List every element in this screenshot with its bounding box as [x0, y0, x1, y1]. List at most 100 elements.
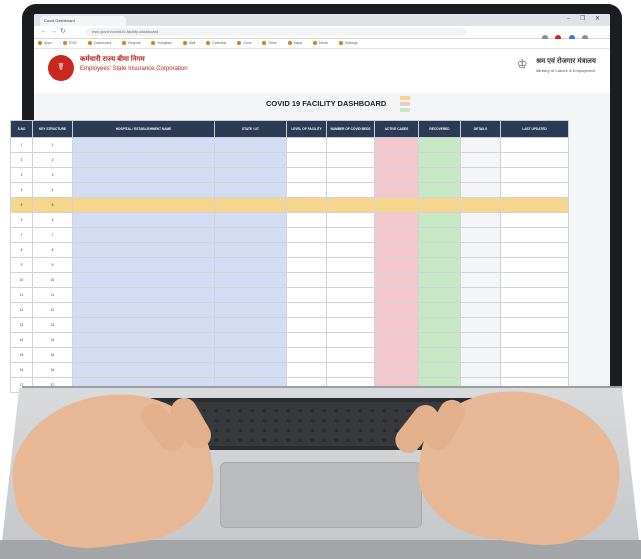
cell-hospital-name[interactable]	[72, 332, 215, 348]
cell-beds	[326, 317, 375, 333]
cell-level	[286, 182, 327, 198]
legend-swatch	[400, 96, 410, 101]
column-header[interactable]: DETAILS	[460, 120, 501, 138]
column-header[interactable]: HOSPITAL / ESTABLISHMENT NAME	[72, 120, 215, 138]
cell-state	[214, 302, 287, 318]
cell-hospital-name[interactable]	[72, 287, 215, 303]
cell-hospital-name[interactable]	[72, 317, 215, 333]
cell-hospital-name[interactable]	[72, 362, 215, 378]
cell-active-cases	[374, 227, 419, 243]
cell-key: 6	[32, 212, 73, 228]
cell-active-cases	[374, 347, 419, 363]
nav-buttons[interactable]: ←→↻	[40, 27, 69, 35]
cell-details-link[interactable]	[460, 317, 501, 333]
legend-item	[400, 102, 413, 107]
bookmark-item[interactable]: News	[313, 41, 328, 46]
cell-details-link[interactable]	[460, 242, 501, 258]
bookmark-icon	[237, 41, 242, 46]
cell-hospital-name[interactable]	[72, 257, 215, 273]
bookmark-item[interactable]: Reports	[122, 41, 141, 46]
table-row: 11 11	[10, 287, 569, 303]
cell-level	[286, 287, 327, 303]
browser-tab[interactable]: Covid Dashboard	[40, 16, 126, 26]
legend-item	[400, 108, 413, 113]
bookmark-item[interactable]: Docs	[237, 41, 251, 46]
bookmark-icon	[338, 41, 343, 46]
cell-hospital-name[interactable]	[72, 242, 215, 258]
cell-details-link[interactable]	[460, 302, 501, 318]
bookmark-item[interactable]: Apps	[38, 41, 52, 46]
url-input[interactable]: esic.gov.in/covid19-facility-dashboard	[86, 28, 466, 36]
cell-key: 11	[32, 287, 73, 303]
cell-level	[286, 347, 327, 363]
cell-details-link[interactable]	[460, 287, 501, 303]
cell-hospital-name[interactable]	[72, 137, 215, 153]
esic-logo-icon[interactable]: ☤	[48, 55, 74, 81]
cell-hospital-name[interactable]	[72, 347, 215, 363]
cell-details-link[interactable]	[460, 332, 501, 348]
cell-hospital-name[interactable]	[72, 227, 215, 243]
browser-tab-bar: Covid Dashboard – ❐ ✕	[34, 14, 610, 26]
cell-key: 2	[32, 152, 73, 168]
bookmark-item[interactable]: ESIC	[62, 41, 77, 46]
bookmark-item[interactable]: Drive	[262, 41, 277, 46]
column-header[interactable]: ACTIVE CASES	[374, 120, 419, 138]
cell-hospital-name[interactable]	[72, 167, 215, 183]
cell-recovered	[418, 137, 461, 153]
forward-icon[interactable]: →	[50, 28, 60, 35]
cell-details-link[interactable]	[460, 227, 501, 243]
bookmark-item[interactable]: Dashboard	[88, 41, 111, 46]
cell-last-updated	[500, 182, 569, 198]
column-header[interactable]: LEVEL OF FACILITY	[286, 120, 327, 138]
cell-recovered	[418, 152, 461, 168]
table-row: 10 10	[10, 272, 569, 288]
column-header[interactable]: NUMBER OF COVID BEDS	[326, 120, 375, 138]
cell-details-link[interactable]	[460, 152, 501, 168]
bookmark-item[interactable]: Calendar	[206, 41, 227, 46]
column-header[interactable]: S.NO	[10, 120, 33, 138]
column-header[interactable]: RECOVERED	[418, 120, 461, 138]
column-header[interactable]: KEY STRUCTURE	[32, 120, 73, 138]
cell-hospital-name[interactable]	[72, 197, 215, 213]
bookmark-item[interactable]: Settings	[338, 41, 358, 46]
cell-sno: 14	[10, 332, 33, 348]
cell-hospital-name[interactable]	[72, 152, 215, 168]
cell-hospital-name[interactable]	[72, 182, 215, 198]
reload-icon[interactable]: ↻	[60, 28, 69, 35]
extension-icons[interactable]	[542, 28, 602, 41]
cell-details-link[interactable]	[460, 182, 501, 198]
cell-last-updated	[500, 347, 569, 363]
bookmark-item[interactable]: Maps	[287, 41, 302, 46]
cell-hospital-name[interactable]	[72, 272, 215, 288]
cell-last-updated	[500, 152, 569, 168]
cell-details-link[interactable]	[460, 257, 501, 273]
cell-details-link[interactable]	[460, 362, 501, 378]
cell-last-updated	[500, 287, 569, 303]
cell-last-updated	[500, 137, 569, 153]
table-row: 99	[10, 257, 569, 273]
cell-recovered	[418, 242, 461, 258]
bookmark-icon	[62, 41, 67, 46]
cell-state	[214, 257, 287, 273]
cell-hospital-name[interactable]	[72, 302, 215, 318]
cell-active-cases	[374, 287, 419, 303]
cell-key: 5	[32, 197, 73, 213]
cell-details-link[interactable]	[460, 197, 501, 213]
cell-level	[286, 152, 327, 168]
cell-details-link[interactable]	[460, 212, 501, 228]
cell-details-link[interactable]	[460, 167, 501, 183]
bookmark-item[interactable]: Hospitals	[151, 41, 172, 46]
cell-hospital-name[interactable]	[72, 212, 215, 228]
column-header[interactable]: LAST UPDATED	[500, 120, 569, 138]
cell-last-updated	[500, 242, 569, 258]
cell-details-link[interactable]	[460, 347, 501, 363]
cell-beds	[326, 332, 375, 348]
back-icon[interactable]: ←	[40, 28, 50, 35]
window-controls[interactable]: – ❐ ✕	[567, 15, 604, 22]
column-header[interactable]: STATE / UT	[214, 120, 287, 138]
cell-details-link[interactable]	[460, 272, 501, 288]
cell-details-link[interactable]	[460, 137, 501, 153]
bookmark-item[interactable]: Mail	[182, 41, 195, 46]
trackpad	[220, 462, 422, 528]
bookmark-icon	[262, 41, 267, 46]
